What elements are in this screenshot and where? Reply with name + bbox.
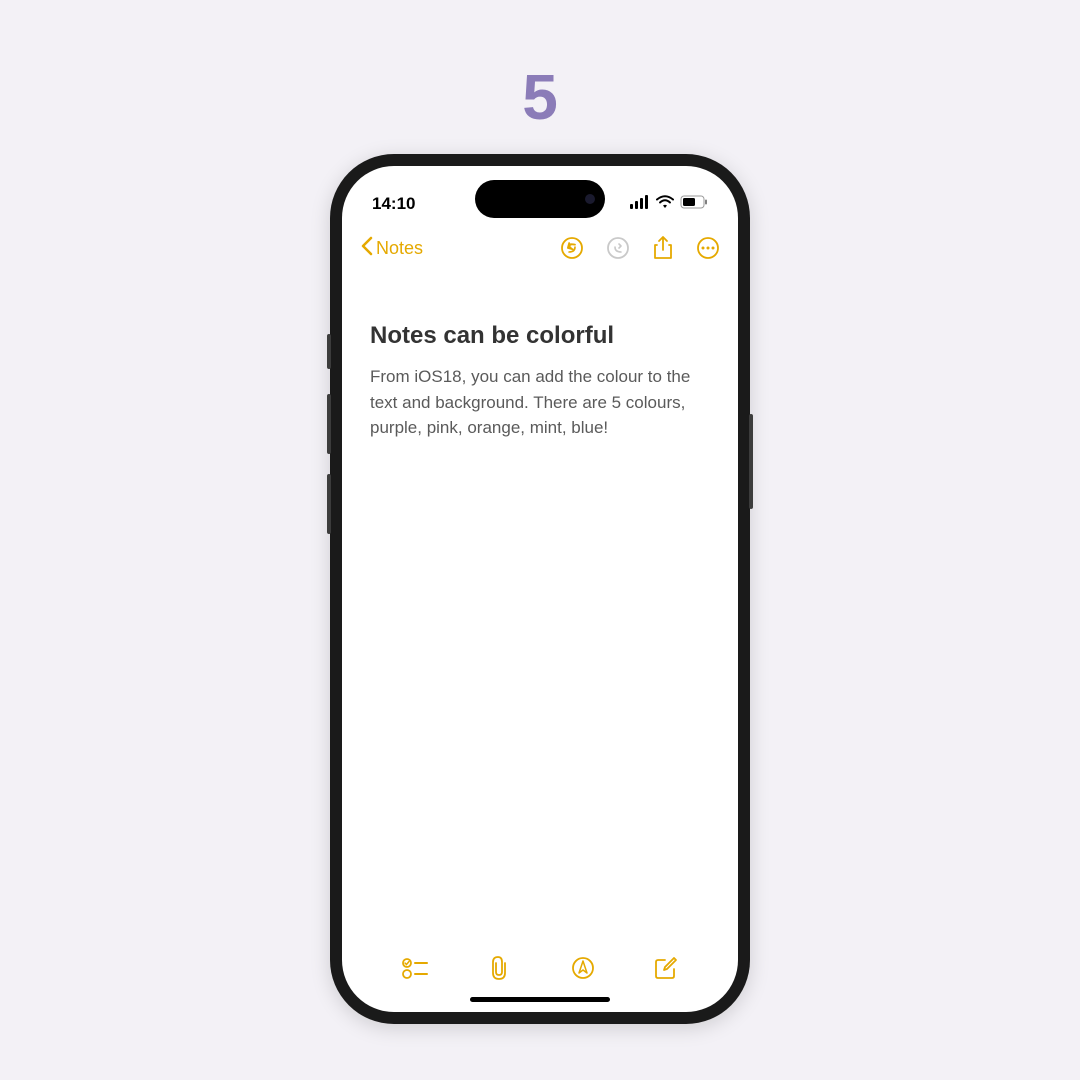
cellular-icon: [630, 195, 650, 214]
note-content[interactable]: Notes can be colorful From iOS18, you ca…: [342, 272, 738, 937]
more-button[interactable]: [696, 236, 720, 260]
back-button[interactable]: Notes: [360, 236, 423, 261]
redo-button[interactable]: [606, 236, 630, 260]
phone-frame: 14:10: [330, 154, 750, 1024]
phone-button-volume-up: [327, 394, 331, 454]
phone-button-volume-down: [327, 474, 331, 534]
phone-button-power: [749, 414, 753, 509]
home-indicator[interactable]: [470, 997, 610, 1002]
compose-button[interactable]: [654, 956, 678, 985]
bottom-toolbar: [342, 937, 738, 997]
chevron-left-icon: [360, 236, 374, 261]
share-button[interactable]: [652, 235, 674, 261]
undo-button[interactable]: [560, 236, 584, 260]
dynamic-island: [475, 180, 605, 218]
wifi-icon: [656, 195, 674, 214]
note-body[interactable]: From iOS18, you can add the colour to th…: [370, 364, 710, 441]
nav-actions: [560, 235, 720, 261]
status-icons: [630, 195, 708, 214]
page-number: 5: [522, 60, 558, 134]
battery-icon: [680, 195, 708, 214]
attachment-button[interactable]: [487, 955, 511, 986]
screen: 14:10: [342, 166, 738, 1012]
phone-button-silence: [327, 334, 331, 369]
camera-dot: [585, 194, 595, 204]
note-title[interactable]: Notes can be colorful: [370, 322, 710, 350]
checklist-button[interactable]: [402, 957, 428, 984]
status-time: 14:10: [372, 194, 415, 214]
markup-button[interactable]: [571, 956, 595, 985]
back-label: Notes: [376, 238, 423, 259]
navigation-bar: Notes: [342, 224, 738, 272]
